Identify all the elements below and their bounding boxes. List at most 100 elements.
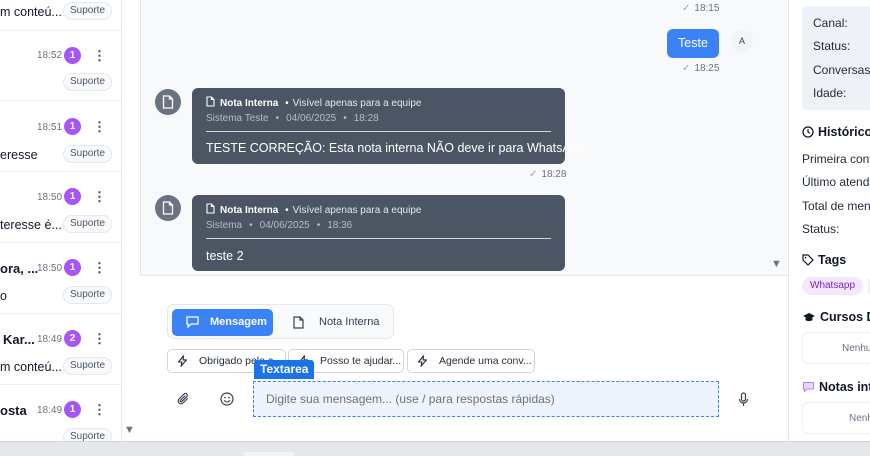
message-mode-button[interactable]: Mensagem <box>172 309 273 336</box>
contact-name: osta <box>0 403 27 418</box>
delivered-check-icon: ✓ <box>682 3 691 14</box>
conversation-preview: eresse <box>0 148 38 162</box>
contact-name: Kar... <box>3 332 35 347</box>
clock-icon <box>802 126 814 138</box>
conversation-tag: Suporte <box>63 357 113 375</box>
tags-title: Tags <box>818 253 847 267</box>
speech-bubble-icon <box>803 382 814 393</box>
conversation-list: m conteú... Suporte 18:52 1 ⋮ Suporte 18… <box>0 0 122 441</box>
status-label: Status: <box>813 39 851 53</box>
divider <box>206 238 551 239</box>
more-options-icon[interactable]: ⋮ <box>93 332 106 345</box>
mode-switch: Mensagem Nota Interna <box>167 304 394 339</box>
conversation-item[interactable]: Kar... 18:49 2 ⋮ m conteú... Suporte <box>0 314 121 385</box>
message-status: ✓ 18:15 <box>682 3 719 14</box>
scroll-down-icon[interactable]: ▼ <box>771 258 782 270</box>
conversation-item[interactable]: m conteú... Suporte <box>0 0 121 31</box>
conversation-tag: Suporte <box>63 215 113 233</box>
message-mode-label: Mensagem <box>210 316 267 328</box>
message-time: 18:25 <box>694 63 720 74</box>
conversation-time: 18:52 <box>37 50 63 61</box>
message-input[interactable] <box>253 381 719 417</box>
more-options-icon[interactable]: ⋮ <box>93 120 106 133</box>
note-date: 04/06/2025 <box>259 220 310 231</box>
conversation-item[interactable]: ora, ... 18:50 1 ⋮ o Suporte <box>0 243 121 314</box>
note-header: Nota Interna • Visível apenas para a equi… <box>206 203 421 216</box>
more-options-icon[interactable]: ⋮ <box>93 190 106 203</box>
graduation-cap-icon <box>803 313 815 322</box>
quick-reply-label: Agende uma conv... <box>439 355 532 367</box>
lightning-icon <box>417 355 428 367</box>
conversation-item[interactable]: 18:50 1 ⋮ teresse é... Suporte <box>0 172 121 243</box>
notes-empty-text: Nenh <box>849 413 870 424</box>
microphone-icon[interactable] <box>738 392 749 407</box>
internal-notes-section-title: Notas int <box>802 380 870 394</box>
note-header: Nota Interna • Visível apenas para a equi… <box>206 96 421 109</box>
avatar: A <box>731 30 753 52</box>
conversation-time: 18:50 <box>37 192 63 203</box>
conversation-time: 18:50 <box>37 263 63 274</box>
courses-section-title: Cursos De <box>802 310 870 324</box>
conversations-label: Conversas: <box>813 63 870 77</box>
internal-note: Nota Interna • Visível apenas para a equi… <box>192 88 585 164</box>
outgoing-message: Teste <box>667 29 719 58</box>
chat-panel: ✓ 18:15 Teste A ✓ 18:25 Nota Interna • Visí… <box>140 0 788 441</box>
conversation-time: 18:49 <box>37 334 63 345</box>
contact-name: ora, ... <box>0 261 39 276</box>
document-icon <box>293 316 304 329</box>
conversation-time: 18:49 <box>37 405 63 416</box>
more-options-icon[interactable]: ⋮ <box>93 403 106 416</box>
note-meta: Sistema Teste • 04/06/2025 • 18:28 <box>206 113 379 124</box>
window-bottom-bar <box>0 441 870 456</box>
internal-note-mode-button[interactable]: Nota Interna <box>284 309 388 336</box>
internal-note: Nota Interna • Visível apenas para a equi… <box>192 195 565 271</box>
tag-pill[interactable]: Whatsapp <box>802 277 864 295</box>
conversation-item[interactable]: 18:52 1 ⋮ Suporte <box>0 31 121 101</box>
unread-badge: 1 <box>64 401 81 418</box>
note-time: 18:28 <box>353 113 379 124</box>
delivered-check-icon: ✓ <box>529 169 538 180</box>
history-section-title: Histórico <box>802 125 870 139</box>
conversation-tag: Suporte <box>63 73 113 91</box>
message-status: ✓ 18:25 <box>682 63 719 74</box>
internal-notes-title: Notas int <box>819 380 870 394</box>
note-text: TESTE CORREÇÃO: Esta nota interna NÃO de… <box>206 141 585 155</box>
more-options-icon[interactable]: ⋮ <box>93 49 106 62</box>
note-title: Nota Interna <box>220 98 279 109</box>
paperclip-icon[interactable] <box>177 392 190 406</box>
conversation-item[interactable]: 18:51 1 ⋮ eresse Suporte <box>0 101 121 172</box>
divider <box>206 131 551 132</box>
unread-badge: 1 <box>64 47 81 64</box>
history-status: Status: <box>802 222 840 236</box>
courses-title: Cursos De <box>820 310 870 324</box>
conversation-tag: Suporte <box>63 2 113 20</box>
conversation-preview: o <box>0 289 7 303</box>
note-meta: Sistema • 04/06/2025 • 18:36 <box>206 220 353 231</box>
note-date: 04/06/2025 <box>286 113 337 124</box>
note-visibility: Visível apenas para a equipe <box>292 98 422 109</box>
more-options-icon[interactable]: ⋮ <box>93 261 106 274</box>
history-title: Histórico <box>818 125 870 139</box>
tag-icon <box>802 254 814 266</box>
unread-badge: 1 <box>64 188 81 205</box>
courses-empty-text: Nenhu <box>842 343 870 354</box>
conversation-tag: Suporte <box>63 286 113 304</box>
conversation-item[interactable]: osta 18:49 1 ⋮ Suporte <box>0 385 121 441</box>
tags-section-title: Tags <box>802 253 846 267</box>
document-icon <box>206 203 215 214</box>
history-last-service: Último atend <box>802 175 870 189</box>
note-visibility: Visível apenas para a equipe <box>292 205 422 216</box>
note-text: teste 2 <box>206 249 244 263</box>
internal-note-mode-label: Nota Interna <box>319 316 380 328</box>
message-status: ✓ 18:28 <box>529 169 566 180</box>
quick-reply-button[interactable]: Agende uma conv... <box>407 349 535 373</box>
contact-info-card: Canal: Status: Conversas: Idade: <box>802 6 870 110</box>
emoji-icon[interactable] <box>220 392 234 406</box>
note-author: Sistema Teste <box>206 113 269 124</box>
conversation-preview: m conteú... <box>0 360 62 374</box>
list-scroll-down-icon[interactable]: ▼ <box>124 424 135 436</box>
conversation-preview: m conteú... <box>0 5 62 19</box>
quick-reply-label: Posso te ajudar... <box>320 355 402 367</box>
notes-empty-card: Nenh <box>802 402 870 434</box>
channel-label: Canal: <box>813 16 848 30</box>
